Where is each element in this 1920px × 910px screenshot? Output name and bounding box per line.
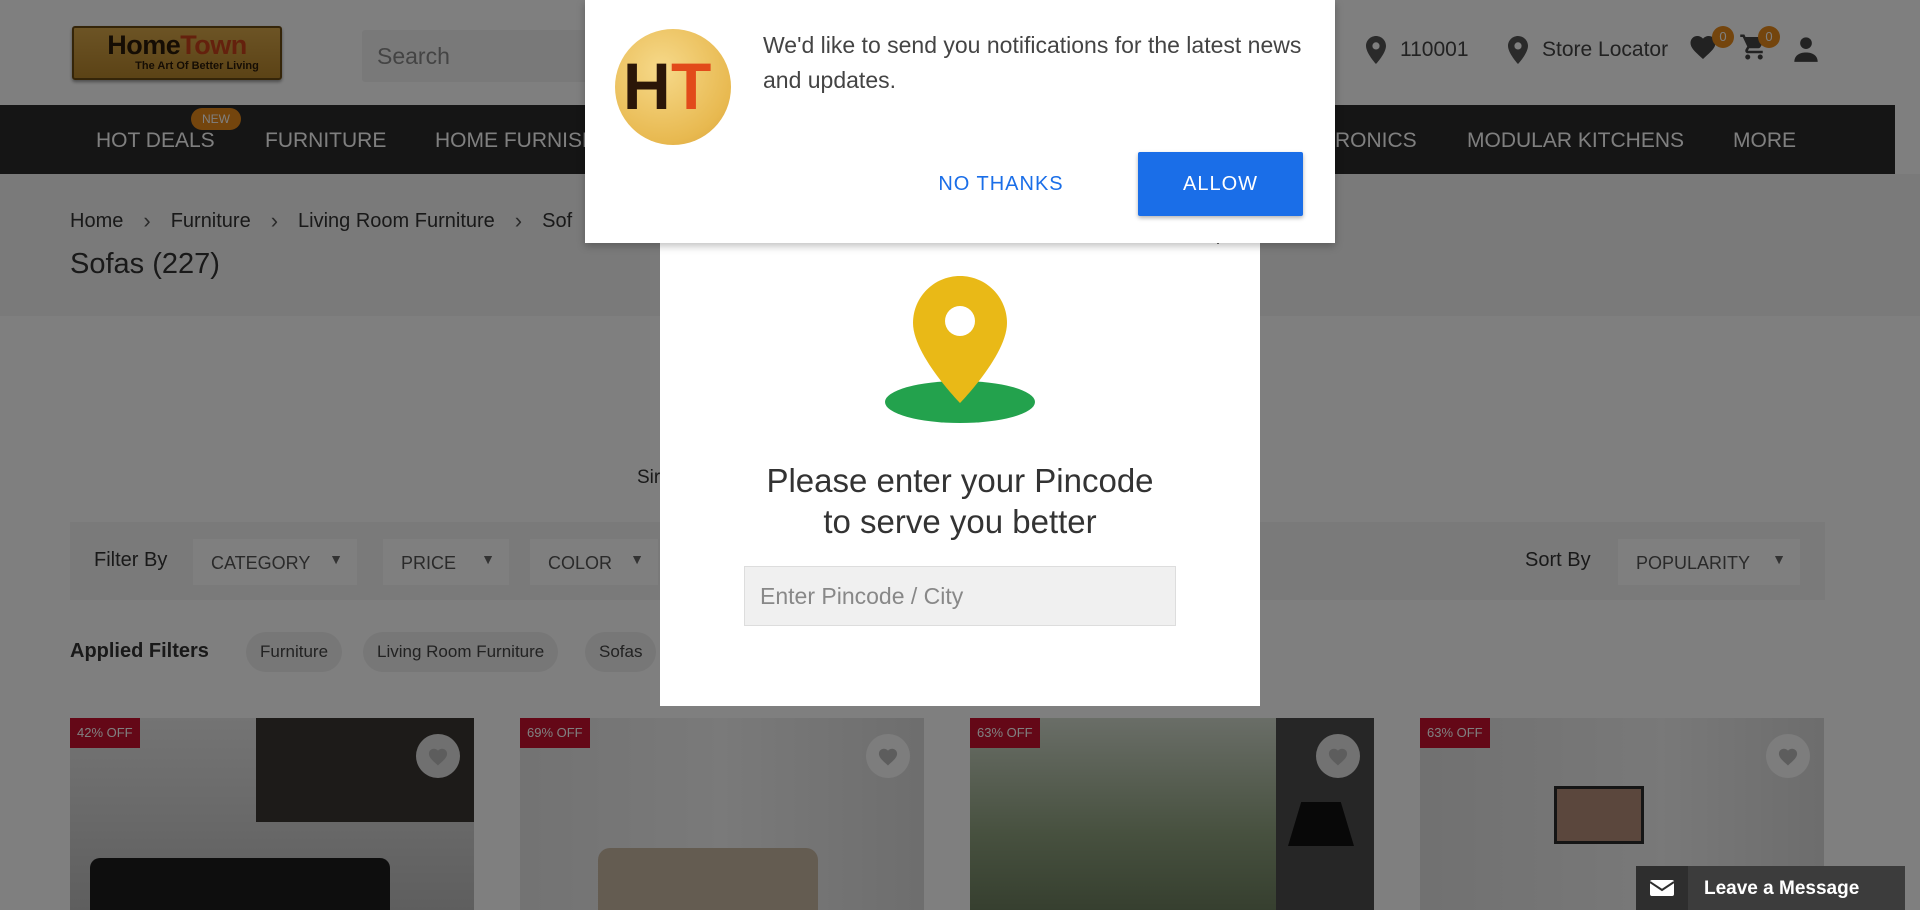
logo-letter-t: T [671, 49, 712, 123]
envelope-icon [1650, 880, 1674, 896]
notification-prompt: H T We'd like to send you notifications … [585, 0, 1335, 243]
notification-message: We'd like to send you notifications for … [763, 32, 1302, 93]
no-thanks-button[interactable]: NO THANKS [927, 152, 1075, 216]
leave-message-label: Leave a Message [1704, 878, 1860, 899]
allow-button[interactable]: ALLOW [1138, 152, 1303, 216]
hometown-ht-logo: H T [615, 29, 731, 145]
logo-letter-h: H [623, 49, 671, 123]
leave-message-widget[interactable]: Leave a Message [1636, 866, 1905, 910]
location-marker-icon [885, 276, 1035, 423]
pincode-modal: Please enter your Pincode to serve you b… [660, 230, 1260, 706]
pincode-input[interactable] [744, 566, 1176, 626]
pincode-heading-line2: to serve you better [823, 503, 1097, 540]
pincode-heading: Please enter your Pincode to serve you b… [660, 460, 1260, 542]
pincode-heading-line1: Please enter your Pincode [766, 462, 1154, 499]
chat-icon-box [1636, 866, 1688, 910]
